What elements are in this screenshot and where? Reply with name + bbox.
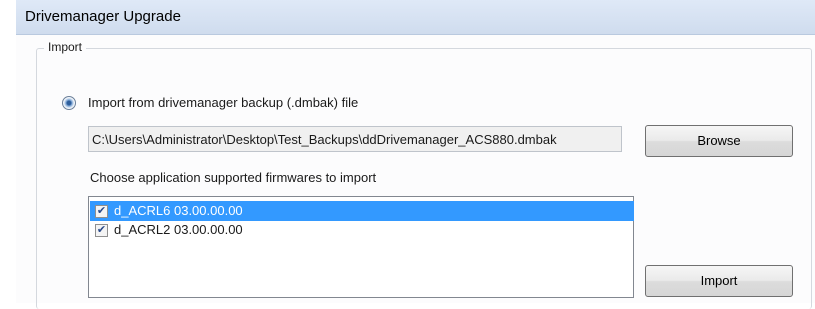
backup-path-field[interactable] bbox=[88, 126, 622, 152]
import-button[interactable]: Import bbox=[645, 265, 793, 297]
firmware-list-label: Choose application supported firmwares t… bbox=[90, 170, 377, 185]
title-bar: Drivemanager Upgrade bbox=[16, 0, 815, 35]
import-backup-radio-label[interactable]: Import from drivemanager backup (.dmbak)… bbox=[88, 95, 358, 110]
import-backup-radio[interactable] bbox=[62, 96, 76, 110]
firmware-list[interactable]: ✔ d_ACRL6 03.00.00.00 ✔ d_ACRL2 03.00.00… bbox=[88, 196, 634, 298]
checkbox-icon[interactable]: ✔ bbox=[95, 224, 108, 237]
backup-path-input[interactable] bbox=[89, 127, 621, 151]
firmware-item-label: d_ACRL6 03.00.00.00 bbox=[114, 203, 243, 218]
firmware-item-label: d_ACRL2 03.00.00.00 bbox=[114, 222, 243, 237]
firmware-item-acrl6[interactable]: ✔ d_ACRL6 03.00.00.00 bbox=[90, 201, 634, 221]
import-group-legend: Import bbox=[44, 40, 87, 54]
window-title: Drivemanager Upgrade bbox=[25, 8, 181, 25]
checkbox-icon[interactable]: ✔ bbox=[95, 205, 108, 218]
browse-button[interactable]: Browse bbox=[645, 125, 793, 157]
firmware-item-acrl2[interactable]: ✔ d_ACRL2 03.00.00.00 bbox=[90, 220, 634, 240]
